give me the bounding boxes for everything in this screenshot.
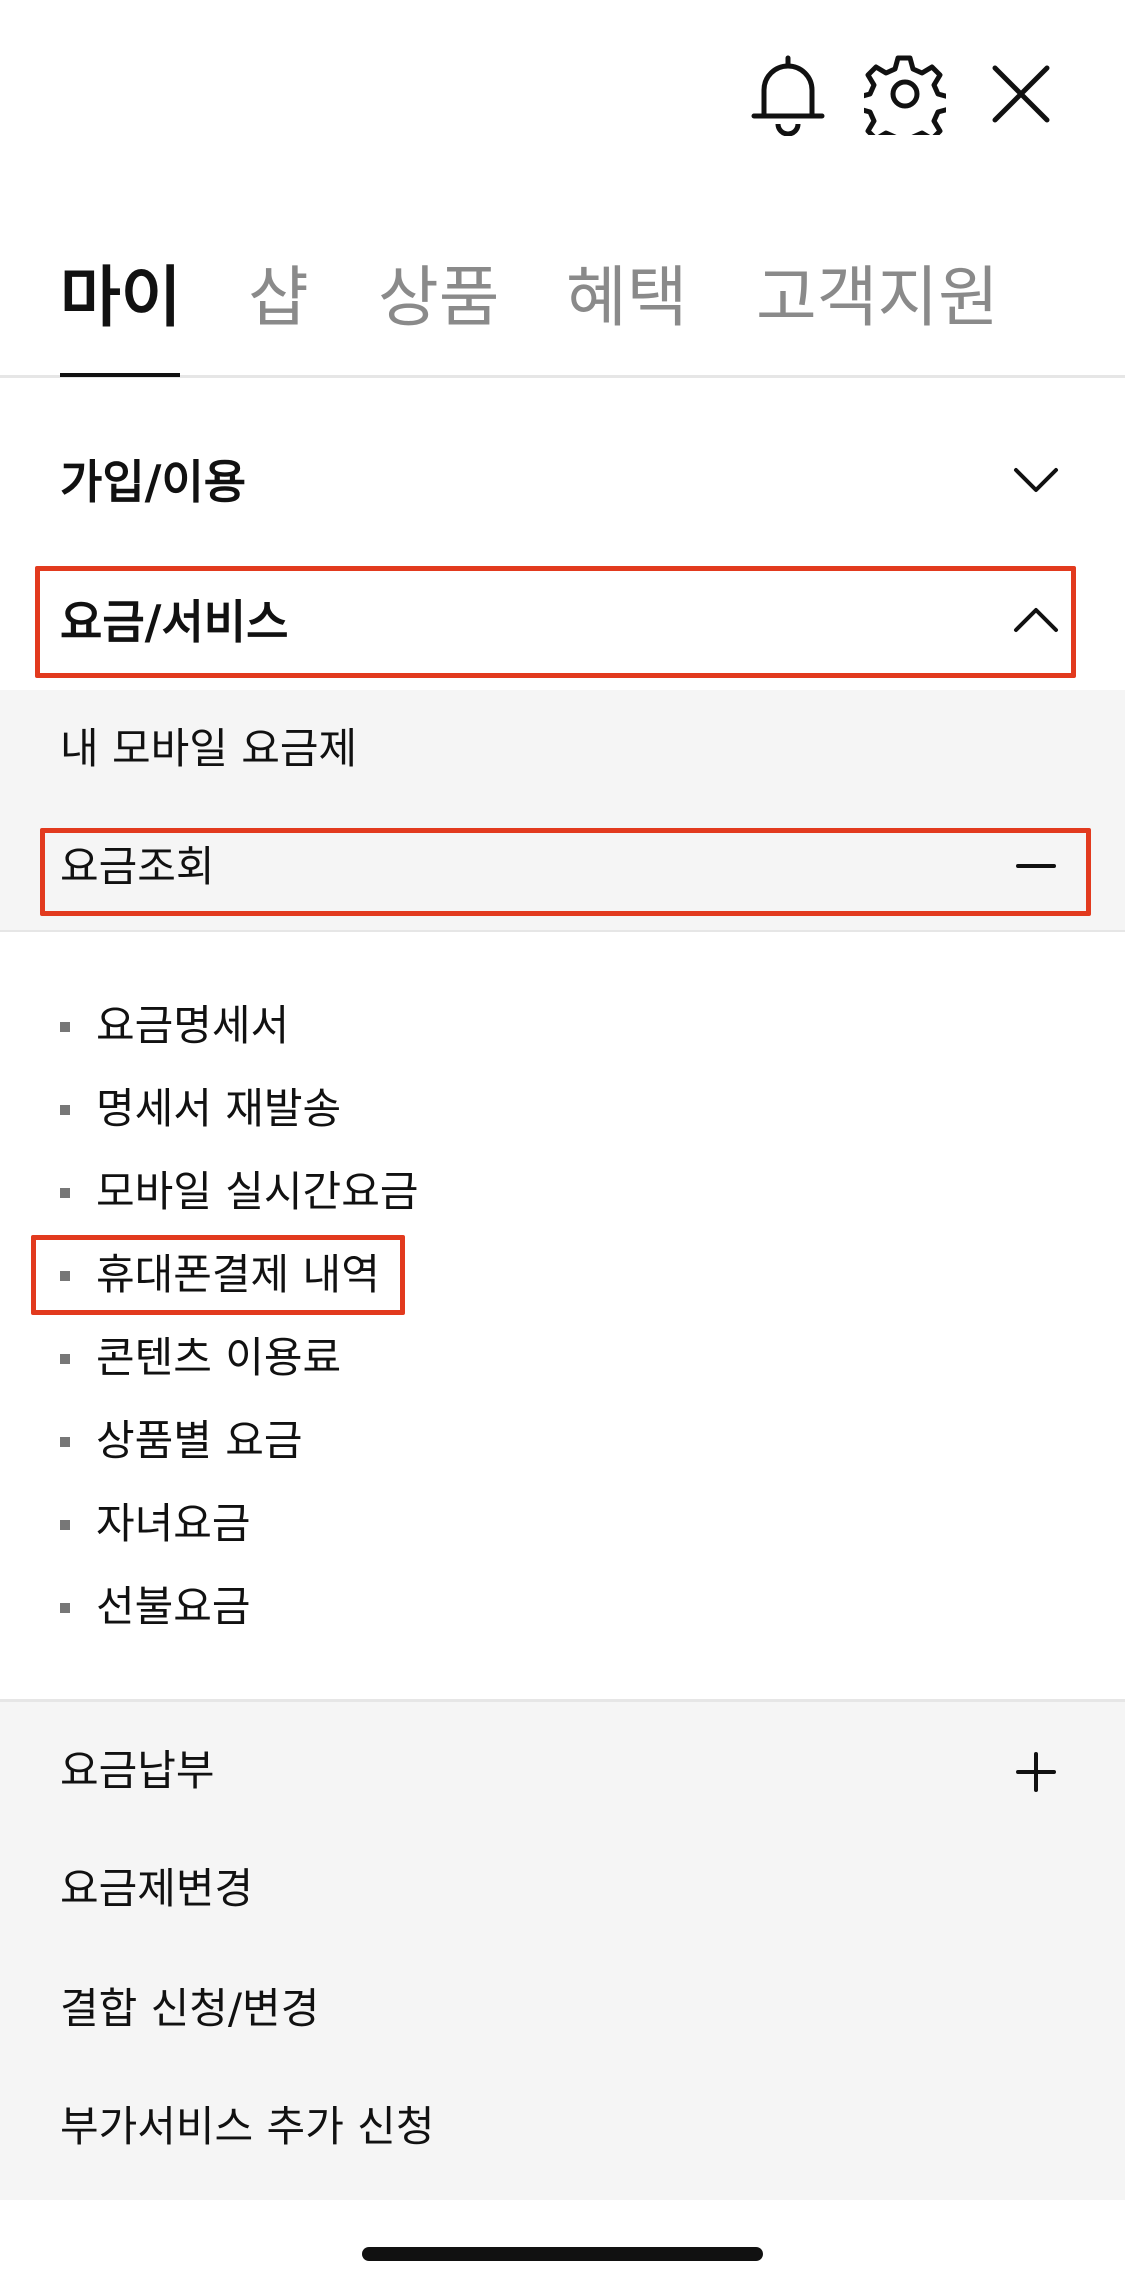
bullet-icon xyxy=(60,1188,70,1198)
submenu-plan-change-label: 요금제변경 xyxy=(60,1864,254,1913)
list-item[interactable]: 선불요금 xyxy=(60,1573,860,1643)
billing-submenu-lower: 요금납부 요금제변경 결합 신청/변경 부가서비스 추가 신청 xyxy=(0,1702,1125,2200)
submenu-my-plan[interactable]: 내 모바일 요금제 xyxy=(0,690,1125,790)
plus-icon xyxy=(1016,1752,1056,1792)
list-item-label: 선불요금 xyxy=(96,1582,251,1631)
tab-my[interactable]: 마이 xyxy=(60,258,181,338)
chevron-up-icon xyxy=(1014,608,1058,632)
list-item-label: 자녀요금 xyxy=(96,1499,251,1548)
app-screen: 마이 샵 상품 혜택 고객지원 가입/이용 요금/서비스 내 모바일 요금제 요… xyxy=(0,0,1125,2289)
list-item[interactable]: 모바일 실시간요금 xyxy=(60,1158,860,1228)
minus-icon xyxy=(1016,864,1056,868)
list-item[interactable]: 상품별 요금 xyxy=(60,1407,860,1477)
bullet-icon xyxy=(60,1603,70,1613)
list-item-label: 요금명세서 xyxy=(96,1001,290,1050)
submenu-bundle[interactable]: 결합 신청/변경 xyxy=(0,1960,1125,2060)
section-billing[interactable]: 요금/서비스 xyxy=(0,566,1125,676)
list-item-mobile-payment-history[interactable]: 휴대폰결제 내역 xyxy=(60,1241,860,1311)
section-join-label: 가입/이용 xyxy=(60,455,247,509)
list-item-label: 명세서 재발송 xyxy=(96,1084,342,1133)
submenu-addon[interactable]: 부가서비스 추가 신청 xyxy=(0,2078,1125,2178)
bullet-icon xyxy=(60,1437,70,1447)
chevron-down-icon xyxy=(1014,468,1058,492)
submenu-inquiry[interactable]: 요금조회 xyxy=(0,820,1125,920)
submenu-my-plan-label: 내 모바일 요금제 xyxy=(60,724,358,773)
bell-icon[interactable] xyxy=(740,46,836,142)
bullet-icon xyxy=(60,1271,70,1281)
tab-support[interactable]: 고객지원 xyxy=(756,258,999,338)
tab-benefits[interactable]: 혜택 xyxy=(566,258,687,338)
bullet-icon xyxy=(60,1022,70,1032)
list-item[interactable]: 콘텐츠 이용료 xyxy=(60,1324,860,1394)
main-tabs: 마이 샵 상품 혜택 고객지원 xyxy=(0,240,1125,378)
submenu-inquiry-label: 요금조회 xyxy=(60,842,215,891)
billing-submenu: 내 모바일 요금제 요금조회 xyxy=(0,690,1125,930)
gear-icon[interactable] xyxy=(857,46,953,142)
list-item[interactable]: 명세서 재발송 xyxy=(60,1075,860,1145)
bullet-icon xyxy=(60,1354,70,1364)
top-bar xyxy=(0,0,1125,190)
home-indicator xyxy=(362,2247,763,2261)
list-item[interactable]: 자녀요금 xyxy=(60,1490,860,1560)
submenu-bundle-label: 결합 신청/변경 xyxy=(60,1984,320,2033)
submenu-payment-label: 요금납부 xyxy=(60,1746,215,1795)
close-icon[interactable] xyxy=(973,46,1069,142)
submenu-plan-change[interactable]: 요금제변경 xyxy=(0,1840,1125,1940)
list-item-label: 모바일 실시간요금 xyxy=(96,1167,419,1216)
section-join[interactable]: 가입/이용 xyxy=(0,426,1125,536)
inquiry-list: 요금명세서 명세서 재발송 모바일 실시간요금 휴대폰결제 내역 콘텐츠 이용료… xyxy=(0,930,1125,1702)
submenu-payment[interactable]: 요금납부 xyxy=(0,1722,1125,1822)
list-item-label: 휴대폰결제 내역 xyxy=(96,1250,380,1299)
list-item-label: 콘텐츠 이용료 xyxy=(96,1333,342,1382)
tab-shop[interactable]: 샵 xyxy=(248,258,309,338)
bullet-icon xyxy=(60,1105,70,1115)
list-item-label: 상품별 요금 xyxy=(96,1416,303,1465)
section-billing-label: 요금/서비스 xyxy=(60,595,289,649)
list-item[interactable]: 요금명세서 xyxy=(60,992,860,1062)
tab-products[interactable]: 상품 xyxy=(378,258,499,338)
bullet-icon xyxy=(60,1520,70,1530)
submenu-addon-label: 부가서비스 추가 신청 xyxy=(60,2102,435,2151)
active-tab-indicator xyxy=(60,373,180,377)
